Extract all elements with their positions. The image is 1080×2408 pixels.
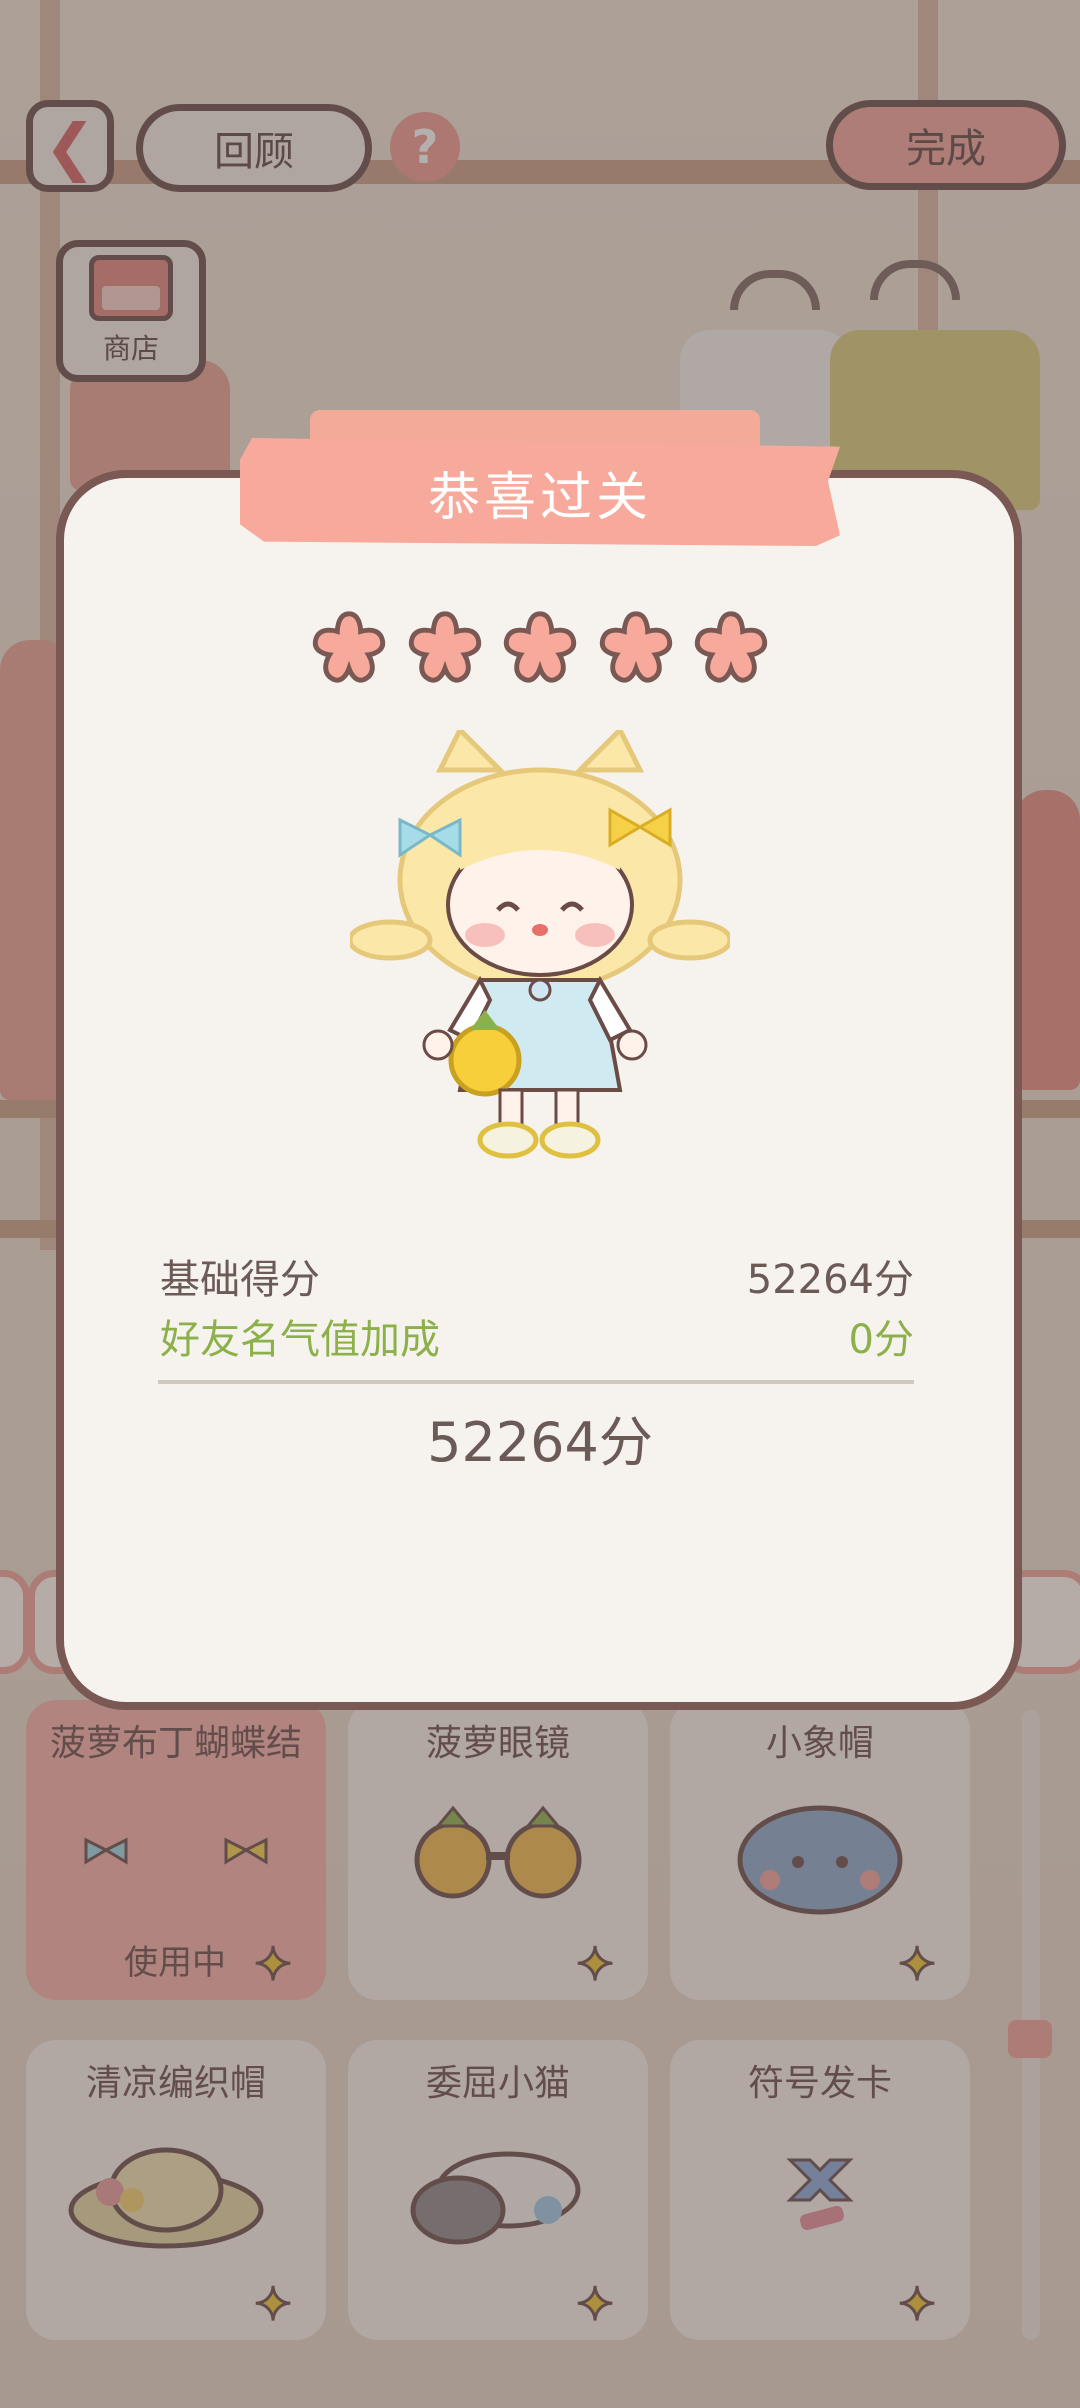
flower-star-icon <box>503 611 577 683</box>
bonus-score-value: 0分 <box>848 1317 914 1363</box>
total-score: 52264分 <box>427 1411 653 1474</box>
base-score-value: 52264分 <box>746 1257 914 1303</box>
score-breakdown: 基础得分 52264分 好友名气值加成 0分 <box>160 1250 914 1370</box>
bonus-score-label: 好友名气值加成 <box>160 1317 440 1363</box>
dressed-character-illustration <box>350 730 730 1159</box>
title-banner: 恭喜过关 <box>240 410 840 550</box>
star-rating <box>310 608 770 688</box>
base-score-row: 基础得分 52264分 <box>160 1250 914 1310</box>
flower-star-icon <box>694 611 768 683</box>
bonus-score-row: 好友名气值加成 0分 <box>160 1310 914 1370</box>
flower-star-icon <box>312 611 386 683</box>
banner-ribbon: 恭喜过关 <box>240 438 840 546</box>
flower-star-icon <box>599 611 672 683</box>
score-divider <box>158 1380 914 1384</box>
dialog-title: 恭喜过关 <box>427 467 652 528</box>
base-score-label: 基础得分 <box>160 1257 320 1303</box>
flower-star-icon <box>408 611 481 683</box>
